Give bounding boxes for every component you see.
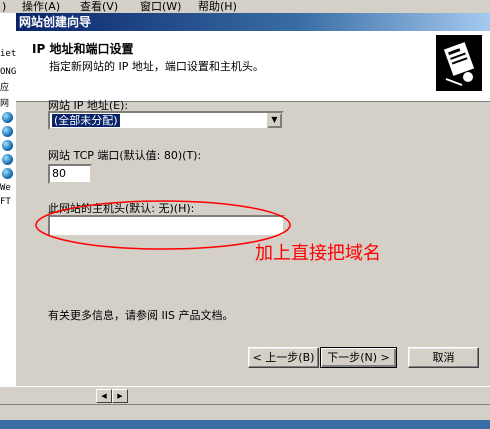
wizard-header: IP 地址和端口设置 指定新网站的 IP 地址，端口设置和主机头。 — [16, 31, 490, 102]
background-tree: iet ONG 应 网 We FT — [0, 13, 16, 388]
menu-help[interactable]: 帮助(H) — [198, 0, 237, 13]
window-title: 网站创建向导 — [19, 15, 92, 29]
menu-window[interactable]: 窗口(W) — [140, 0, 181, 13]
chevron-down-icon[interactable]: ▼ — [267, 113, 282, 128]
tree-fragment: 网 — [0, 99, 10, 109]
host-header-label: 此网站的主机头(默认: 无)(H): — [48, 202, 195, 215]
wizard-document-icon — [436, 35, 482, 91]
globe-icon[interactable] — [2, 154, 13, 165]
horizontal-scrollbar[interactable]: ◀ ▶ — [0, 386, 490, 404]
scroll-right-icon[interactable]: ▶ — [112, 389, 128, 403]
menu-action[interactable]: 操作(A) — [22, 0, 60, 13]
header-subtitle: 指定新网站的 IP 地址，端口设置和主机头。 — [49, 60, 264, 73]
annotation-text: 加上直接把域名 — [255, 243, 381, 264]
more-info-footnote: 有关更多信息，请参阅 IIS 产品文档。 — [48, 309, 234, 322]
globe-icon[interactable] — [2, 112, 13, 123]
status-bar — [0, 404, 490, 421]
menu-bar: ) 操作(A) 查看(V) 窗口(W) 帮助(H) — [0, 0, 490, 13]
menu-item-partial[interactable]: ) — [2, 0, 6, 13]
ip-address-select[interactable]: (全部未分配) ▼ — [48, 111, 284, 130]
back-button[interactable]: < 上一步(B) — [248, 347, 319, 368]
cancel-button[interactable]: 取消 — [408, 347, 479, 368]
host-header-input[interactable] — [48, 215, 285, 237]
next-button[interactable]: 下一步(N) > — [320, 347, 397, 368]
taskbar — [0, 420, 490, 429]
tcp-port-input[interactable]: 80 — [48, 164, 92, 184]
header-title: IP 地址和端口设置 — [32, 42, 134, 56]
globe-icon[interactable] — [2, 168, 13, 179]
scroll-left-icon[interactable]: ◀ — [96, 389, 112, 403]
tree-fragment: 应 — [0, 83, 10, 93]
website-creation-wizard: 网站创建向导 IP 地址和端口设置 指定新网站的 IP 地址，端口设置和主机头。… — [16, 13, 490, 386]
menu-view[interactable]: 查看(V) — [80, 0, 118, 13]
ip-address-selected-value: (全部未分配) — [52, 114, 120, 127]
tcp-port-label: 网站 TCP 端口(默认值: 80)(T): — [48, 149, 202, 162]
tree-fragment: FT — [0, 197, 11, 207]
tree-fragment: ONG — [0, 67, 17, 77]
tree-fragment: iet — [0, 49, 17, 59]
title-bar[interactable]: 网站创建向导 — [16, 13, 490, 31]
globe-icon[interactable] — [2, 140, 13, 151]
globe-icon[interactable] — [2, 126, 13, 137]
tree-fragment: We — [0, 183, 11, 193]
